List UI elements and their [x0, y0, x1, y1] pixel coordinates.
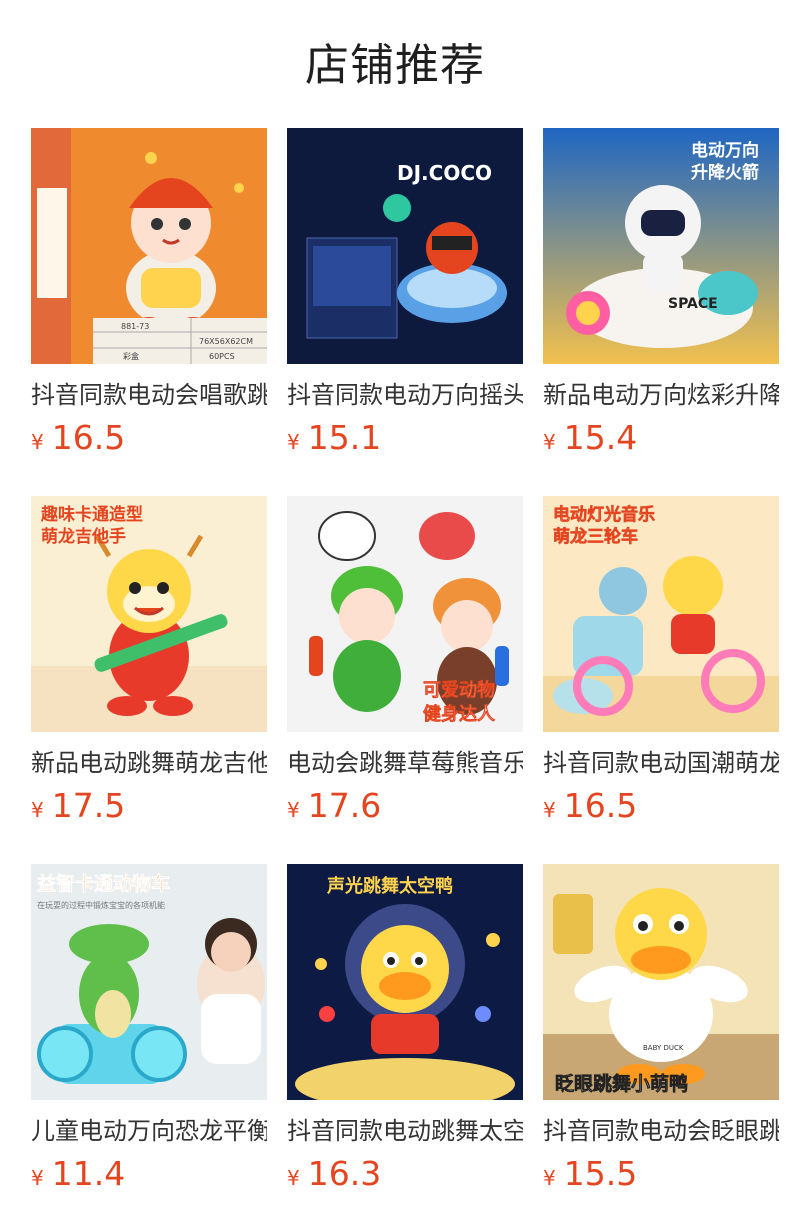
price-amount: 15.1	[307, 418, 382, 457]
product-name[interactable]: 儿童电动万向恐龙平衡车	[31, 1114, 267, 1148]
price-amount: 16.5	[51, 418, 126, 457]
product-image[interactable]: 声光跳舞太空鸭	[287, 864, 523, 1100]
svg-text:健身达人: 健身达人	[423, 703, 496, 725]
price-amount: 16.3	[307, 1154, 382, 1193]
page-title: 店铺推荐	[305, 40, 485, 91]
product-grid: 881-73 彩盒 76X56X62CM 60PCS 抖音同款电动会唱歌跳舞萌龙…	[31, 128, 780, 1232]
svg-text:电动万向: 电动万向	[691, 140, 759, 161]
product-name[interactable]: 新品电动万向炫彩升降火箭	[543, 378, 779, 412]
product-price: ¥ 15.4	[543, 418, 779, 458]
product-card[interactable]: BABY DUCK 眨眼跳舞小萌鸭 抖音同款电动会眨眼跳舞小萌鸭 ¥ 15.5	[543, 864, 779, 1232]
page: 店铺推荐 881-73 彩盒 76X56X62CM 60PCS 抖音同款电动会唱…	[0, 0, 790, 1232]
product-price: ¥ 17.5	[31, 786, 267, 826]
svg-text:可爱动物: 可爱动物	[423, 679, 495, 701]
product-card[interactable]: 趣味卡通造型 萌龙吉他手 新品电动跳舞萌龙吉他手玩具 ¥ 17.5	[31, 496, 267, 864]
product-image[interactable]: 可爱动物 健身达人	[287, 496, 523, 732]
svg-text:萌龙吉他手: 萌龙吉他手	[41, 526, 126, 547]
price-amount: 15.4	[563, 418, 638, 457]
currency-symbol: ¥	[287, 1166, 300, 1190]
product-image[interactable]: BABY DUCK 眨眼跳舞小萌鸭	[543, 864, 779, 1100]
product-card[interactable]: 可爱动物 健身达人 电动会跳舞草莓熊音乐健身 ¥ 17.6	[287, 496, 523, 864]
svg-text:881-73: 881-73	[121, 322, 149, 331]
svg-text:电动灯光音乐: 电动灯光音乐	[553, 504, 655, 525]
svg-text:益智卡通动物车: 益智卡通动物车	[37, 872, 170, 895]
product-image[interactable]: 趣味卡通造型 萌龙吉他手	[31, 496, 267, 732]
price-amount: 11.4	[51, 1154, 126, 1193]
product-name[interactable]: 电动会跳舞草莓熊音乐健身	[287, 746, 523, 780]
currency-symbol: ¥	[543, 430, 556, 454]
product-card[interactable]: 电动灯光音乐 萌龙三轮车 抖音同款电动国潮萌龙三轮车 ¥ 16.5	[543, 496, 779, 864]
product-name[interactable]: 抖音同款电动国潮萌龙三轮车	[543, 746, 779, 780]
currency-symbol: ¥	[543, 1166, 556, 1190]
svg-text:76X56X62CM: 76X56X62CM	[199, 337, 253, 346]
price-amount: 17.6	[307, 786, 382, 825]
product-price: ¥ 15.5	[543, 1154, 779, 1194]
currency-symbol: ¥	[543, 798, 556, 822]
cartoon-dragon-doll-icon: 881-73 彩盒 76X56X62CM 60PCS	[31, 128, 267, 364]
product-card[interactable]: 声光跳舞太空鸭 抖音同款电动跳舞太空鸭 ¥ 16.3	[287, 864, 523, 1232]
currency-symbol: ¥	[31, 1166, 44, 1190]
product-card[interactable]: 881-73 彩盒 76X56X62CM 60PCS 抖音同款电动会唱歌跳舞萌龙…	[31, 128, 267, 496]
svg-text:在玩耍的过程中锻炼宝宝的各项机能: 在玩耍的过程中锻炼宝宝的各项机能	[37, 900, 165, 910]
dj-toy-box-icon: DJ.COCO	[287, 128, 523, 364]
product-card[interactable]: SPACE 电动万向 升降火箭 新品电动万向炫彩升降火箭 ¥ 15.4	[543, 128, 779, 496]
dragon-guitar-icon: 趣味卡通造型 萌龙吉他手	[31, 496, 267, 732]
product-image[interactable]: 电动灯光音乐 萌龙三轮车	[543, 496, 779, 732]
crocodile-car-icon: 益智卡通动物车 在玩耍的过程中锻炼宝宝的各项机能	[31, 864, 267, 1100]
astronaut-rocket-icon: SPACE 电动万向 升降火箭	[543, 128, 779, 364]
svg-text:SPACE: SPACE	[668, 296, 718, 312]
product-price: ¥ 16.5	[31, 418, 267, 458]
svg-text:声光跳舞太空鸭: 声光跳舞太空鸭	[326, 875, 453, 897]
price-amount: 17.5	[51, 786, 126, 825]
svg-text:60PCS: 60PCS	[209, 352, 235, 361]
svg-text:萌龙三轮车: 萌龙三轮车	[553, 526, 638, 547]
currency-symbol: ¥	[287, 430, 300, 454]
product-price: ¥ 16.5	[543, 786, 779, 826]
product-price: ¥ 15.1	[287, 418, 523, 458]
svg-text:BABY DUCK: BABY DUCK	[643, 1044, 684, 1052]
svg-text:眨眼跳舞小萌鸭: 眨眼跳舞小萌鸭	[555, 1072, 688, 1095]
animal-fitness-dolls-icon: 可爱动物 健身达人	[287, 496, 523, 732]
product-name[interactable]: 抖音同款电动会唱歌跳舞萌龙	[31, 378, 267, 412]
product-image[interactable]: SPACE 电动万向 升降火箭	[543, 128, 779, 364]
svg-text:升降火箭: 升降火箭	[691, 162, 759, 183]
currency-symbol: ¥	[31, 430, 44, 454]
svg-text:DJ.COCO: DJ.COCO	[397, 161, 492, 185]
space-duck-icon: 声光跳舞太空鸭	[287, 864, 523, 1100]
price-amount: 16.5	[563, 786, 638, 825]
product-image[interactable]: 881-73 彩盒 76X56X62CM 60PCS	[31, 128, 267, 364]
product-price: ¥ 17.6	[287, 786, 523, 826]
product-image[interactable]: 益智卡通动物车 在玩耍的过程中锻炼宝宝的各项机能	[31, 864, 267, 1100]
currency-symbol: ¥	[31, 798, 44, 822]
yellow-duck-icon: BABY DUCK 眨眼跳舞小萌鸭	[543, 864, 779, 1100]
product-name[interactable]: 抖音同款电动会眨眼跳舞小萌鸭	[543, 1114, 779, 1148]
product-card[interactable]: DJ.COCO 抖音同款电动万向摇头DJ音乐 ¥ 15.1	[287, 128, 523, 496]
product-name[interactable]: 抖音同款电动跳舞太空鸭	[287, 1114, 523, 1148]
product-price: ¥ 16.3	[287, 1154, 523, 1194]
svg-text:彩盒: 彩盒	[123, 351, 139, 361]
product-image[interactable]: DJ.COCO	[287, 128, 523, 364]
dragon-tricycle-icon: 电动灯光音乐 萌龙三轮车	[543, 496, 779, 732]
svg-text:趣味卡通造型: 趣味卡通造型	[40, 504, 143, 525]
product-name[interactable]: 抖音同款电动万向摇头DJ音乐	[287, 378, 523, 412]
product-name[interactable]: 新品电动跳舞萌龙吉他手玩具	[31, 746, 267, 780]
product-card[interactable]: 益智卡通动物车 在玩耍的过程中锻炼宝宝的各项机能 儿童电动万向恐龙平衡车 ¥ 1…	[31, 864, 267, 1232]
price-amount: 15.5	[563, 1154, 638, 1193]
currency-symbol: ¥	[287, 798, 300, 822]
product-price: ¥ 11.4	[31, 1154, 267, 1194]
